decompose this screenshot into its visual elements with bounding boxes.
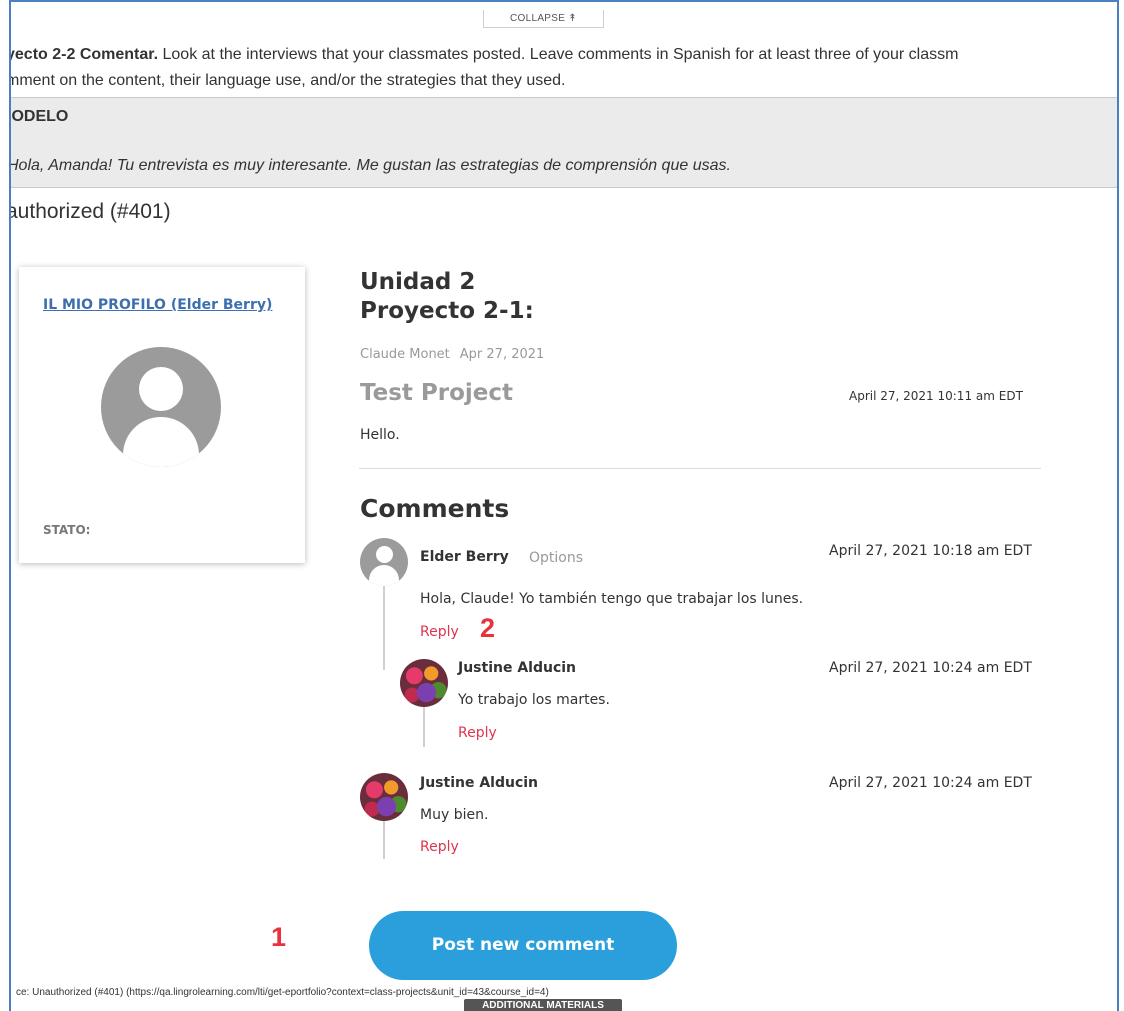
status-label: STATO: bbox=[43, 523, 91, 537]
unit-title: Unidad 2 Proyecto 2-1: bbox=[360, 268, 534, 326]
annotation-marker-2: 2 bbox=[480, 613, 496, 643]
modelo-example: Hola, Amanda! Tu entrevista es muy inter… bbox=[9, 157, 731, 174]
project-author: Claude Monet bbox=[360, 347, 450, 362]
instructions-line-1-text: Look at the interviews that your classma… bbox=[158, 46, 959, 63]
reply-timestamp: April 27, 2021 10:24 am EDT bbox=[829, 660, 1032, 676]
footer-error-url: ce: Unauthorized (#401) (https://qa.ling… bbox=[16, 987, 549, 998]
avatar-photo bbox=[400, 659, 448, 707]
assignment-title: yecto 2-2 Comentar. bbox=[9, 46, 159, 63]
instructions-line-1: yecto 2-2 Comentar. Look at the intervie… bbox=[9, 42, 1117, 68]
comment-text: Hola, Claude! Yo también tengo que traba… bbox=[420, 591, 804, 607]
profile-link[interactable]: IL MIO PROFILO (Elder Berry) bbox=[43, 297, 272, 313]
thread-line bbox=[383, 586, 385, 670]
comment-text: Muy bien. bbox=[420, 807, 489, 823]
modelo-title: IODELO bbox=[9, 108, 69, 125]
comment-author: Elder Berry bbox=[420, 549, 509, 565]
comment-timestamp: April 27, 2021 10:24 am EDT bbox=[829, 775, 1032, 791]
avatar-photo bbox=[360, 773, 408, 821]
comments-heading: Comments bbox=[360, 494, 510, 523]
project-meta: Claude Monet Apr 27, 2021 bbox=[360, 347, 544, 362]
collapse-label: COLLAPSE bbox=[510, 13, 566, 24]
comment-options-link[interactable]: Options bbox=[529, 550, 583, 566]
thread-line bbox=[423, 707, 425, 747]
avatar-placeholder-icon bbox=[360, 538, 408, 586]
reply-link[interactable]: Reply bbox=[420, 839, 459, 855]
comment-author: Justine Alducin bbox=[420, 775, 539, 791]
project-date: Apr 27, 2021 bbox=[459, 347, 545, 362]
double-chevron-up-icon: ↟ bbox=[568, 13, 577, 24]
reply-link[interactable]: Reply bbox=[420, 624, 459, 640]
thread-line bbox=[383, 821, 385, 859]
comment-timestamp: April 27, 2021 10:18 am EDT bbox=[829, 543, 1032, 559]
project-title: Test Project bbox=[360, 380, 514, 406]
project-body: Hello. bbox=[360, 427, 400, 443]
project-timestamp: April 27, 2021 10:11 am EDT bbox=[849, 389, 1023, 403]
unit-title-line-1: Unidad 2 bbox=[360, 269, 476, 295]
additional-materials-tab[interactable]: ADDITIONAL MATERIALS bbox=[464, 999, 622, 1011]
post-new-comment-button[interactable]: Post new comment bbox=[369, 911, 677, 980]
lti-frame: COLLAPSE ↟ yecto 2-2 Comentar. Look at t… bbox=[9, 0, 1119, 1011]
error-heading: authorized (#401) bbox=[9, 200, 171, 223]
reply-author: Justine Alducin bbox=[458, 660, 577, 676]
instructions-line-2: mment on the content, their language use… bbox=[9, 72, 566, 89]
collapse-button[interactable]: COLLAPSE ↟ bbox=[483, 10, 604, 28]
reply-text: Yo trabajo los martes. bbox=[458, 692, 610, 708]
annotation-marker-1: 1 bbox=[271, 922, 287, 952]
profile-card: IL MIO PROFILO (Elder Berry) STATO: bbox=[19, 267, 305, 563]
user-placeholder-icon bbox=[101, 347, 221, 467]
unit-title-line-2: Proyecto 2-1: bbox=[360, 298, 534, 324]
divider bbox=[359, 468, 1041, 469]
reply-link[interactable]: Reply bbox=[458, 725, 497, 741]
modelo-box: IODELO Hola, Amanda! Tu entrevista es mu… bbox=[9, 97, 1117, 188]
assignment-instructions: yecto 2-2 Comentar. Look at the intervie… bbox=[9, 42, 1117, 94]
